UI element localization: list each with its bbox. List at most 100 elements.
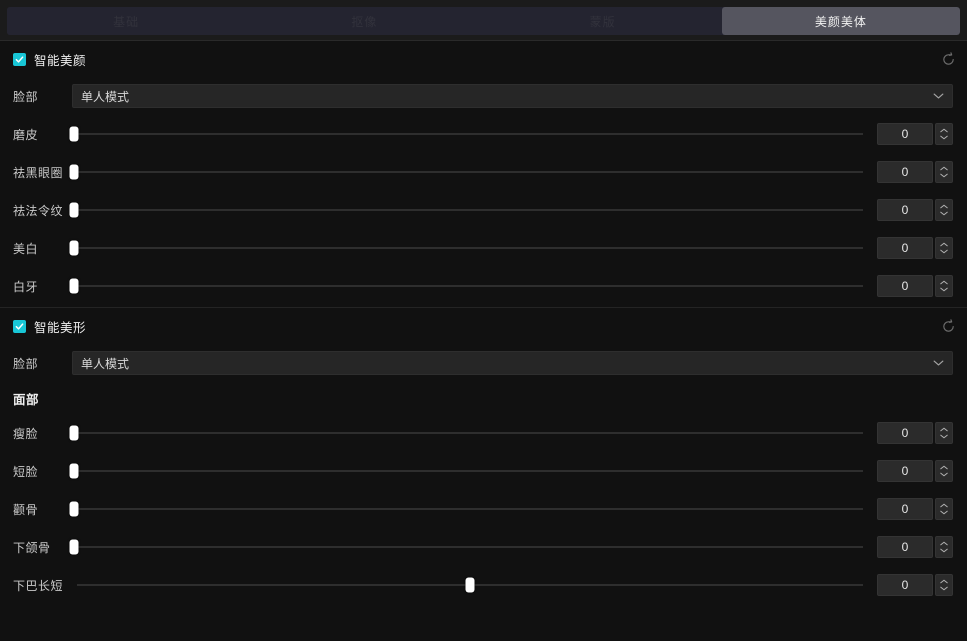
smart-beauty-face-mode-select[interactable]: 单人模式 (72, 84, 953, 108)
spinner-mopi[interactable] (935, 123, 953, 145)
num-input-face-short[interactable]: 0 (877, 460, 933, 482)
slider-thumb[interactable] (69, 126, 79, 142)
slider-thumb[interactable] (69, 202, 79, 218)
smart-reshape-face-mode-select[interactable]: 单人模式 (72, 351, 953, 375)
slider-track (74, 247, 863, 249)
smart-reshape-face-mode-value: 单人模式 (81, 356, 130, 371)
slider-teeth-whitening[interactable] (69, 276, 863, 296)
section-smart-reshape-header: 智能美形 (0, 308, 967, 344)
chevron-down-icon (940, 135, 948, 140)
slider-label-mopi: 磨皮 (13, 127, 39, 142)
tab-bar-container: 基础 抠像 蒙版 美颜美体 (0, 0, 967, 41)
smart-beauty-face-mode-row: 脸部 单人模式 (0, 77, 967, 115)
slider-row-chin-length: 下巴长短 0 (0, 566, 967, 604)
tab-mask[interactable]: 蒙版 (483, 7, 722, 35)
beauty-settings-panel: 基础 抠像 蒙版 美颜美体 智能美颜 脸部 单人模式 磨皮 0 祛黑眼圈 0 祛… (0, 0, 967, 641)
num-input-cheekbone[interactable]: 0 (877, 498, 933, 520)
slider-cheekbone[interactable] (69, 499, 863, 519)
smart-beauty-face-label: 脸部 (13, 89, 39, 104)
slider-row-face-slim: 瘦脸 0 (0, 414, 967, 452)
section-smart-reshape-title: 智能美形 (34, 320, 87, 335)
slider-track (74, 432, 863, 434)
smart-reshape-reset-button[interactable] (937, 315, 959, 337)
spinner-chin-length[interactable] (935, 574, 953, 596)
slider-label-cheekbone: 颧骨 (13, 502, 39, 517)
slider-thumb[interactable] (69, 164, 79, 180)
chevron-down-icon (940, 472, 948, 477)
slider-row-whitening: 美白 0 (0, 229, 967, 267)
numbox-jawbone: 0 (877, 536, 953, 558)
tab-basic[interactable]: 基础 (7, 7, 246, 35)
num-input-face-slim[interactable]: 0 (877, 422, 933, 444)
tab-basic-label: 基础 (113, 14, 140, 29)
slider-nasolabial[interactable] (69, 200, 863, 220)
tab-mask-label: 蒙版 (589, 14, 616, 29)
smart-reshape-face-label: 脸部 (13, 356, 39, 371)
chevron-down-icon (940, 211, 948, 216)
spinner-nasolabial[interactable] (935, 199, 953, 221)
numbox-teeth-whitening: 0 (877, 275, 953, 297)
chevron-down-icon (940, 510, 948, 515)
slider-thumb[interactable] (69, 425, 79, 441)
slider-track (74, 508, 863, 510)
slider-label-teeth-whitening: 白牙 (13, 279, 39, 294)
slider-face-short[interactable] (69, 461, 863, 481)
spinner-dark-circles[interactable] (935, 161, 953, 183)
smart-beauty-reset-button[interactable] (937, 48, 959, 70)
slider-label-nasolabial: 祛法令纹 (13, 203, 64, 218)
slider-row-cheekbone: 颧骨 0 (0, 490, 967, 528)
chevron-down-icon (940, 586, 948, 591)
spinner-jawbone[interactable] (935, 536, 953, 558)
spinner-face-slim[interactable] (935, 422, 953, 444)
chevron-down-icon (933, 93, 944, 100)
chevron-up-icon (940, 204, 948, 209)
slider-label-face-slim: 瘦脸 (13, 426, 39, 441)
smart-reshape-checkbox[interactable] (13, 319, 26, 333)
chevron-down-icon (940, 434, 948, 439)
slider-track (74, 171, 863, 173)
slider-jawbone[interactable] (69, 537, 863, 557)
slider-label-chin-length: 下巴长短 (13, 578, 64, 593)
slider-thumb[interactable] (69, 463, 79, 479)
spinner-face-short[interactable] (935, 460, 953, 482)
num-input-dark-circles[interactable]: 0 (877, 161, 933, 183)
slider-chin-length[interactable] (77, 575, 863, 595)
slider-whitening[interactable] (69, 238, 863, 258)
smart-beauty-face-mode-value: 单人模式 (81, 89, 130, 104)
slider-row-dark-circles: 祛黑眼圈 0 (0, 153, 967, 191)
num-input-chin-length[interactable]: 0 (877, 574, 933, 596)
tab-keying[interactable]: 抠像 (245, 7, 484, 35)
numbox-whitening: 0 (877, 237, 953, 259)
slider-dark-circles[interactable] (69, 162, 863, 182)
slider-row-jawbone: 下颌骨 0 (0, 528, 967, 566)
spinner-whitening[interactable] (935, 237, 953, 259)
slider-row-face-short: 短脸 0 (0, 452, 967, 490)
slider-track (74, 470, 863, 472)
numbox-dark-circles: 0 (877, 161, 953, 183)
slider-track (74, 133, 863, 135)
slider-label-jawbone: 下颌骨 (13, 540, 51, 555)
chevron-up-icon (940, 280, 948, 285)
settings-scroll-area[interactable]: 智能美颜 脸部 单人模式 磨皮 0 祛黑眼圈 0 祛法令纹 0 美白 0 白牙 … (0, 41, 967, 641)
num-input-mopi[interactable]: 0 (877, 123, 933, 145)
spinner-teeth-whitening[interactable] (935, 275, 953, 297)
smart-beauty-checkbox[interactable] (13, 52, 26, 66)
slider-thumb[interactable] (69, 539, 79, 555)
slider-row-nasolabial: 祛法令纹 0 (0, 191, 967, 229)
num-input-jawbone[interactable]: 0 (877, 536, 933, 558)
num-input-teeth-whitening[interactable]: 0 (877, 275, 933, 297)
numbox-face-short: 0 (877, 460, 953, 482)
num-input-whitening[interactable]: 0 (877, 237, 933, 259)
tab-beauty-body[interactable]: 美颜美体 (721, 7, 960, 35)
slider-thumb[interactable] (69, 240, 79, 256)
check-icon (15, 322, 24, 330)
slider-thumb[interactable] (465, 577, 475, 593)
slider-mopi[interactable] (69, 124, 863, 144)
chevron-up-icon (940, 465, 948, 470)
spinner-cheekbone[interactable] (935, 498, 953, 520)
num-input-nasolabial[interactable]: 0 (877, 199, 933, 221)
slider-thumb[interactable] (69, 278, 79, 294)
slider-face-slim[interactable] (69, 423, 863, 443)
slider-thumb[interactable] (69, 501, 79, 517)
chevron-down-icon (933, 360, 944, 367)
